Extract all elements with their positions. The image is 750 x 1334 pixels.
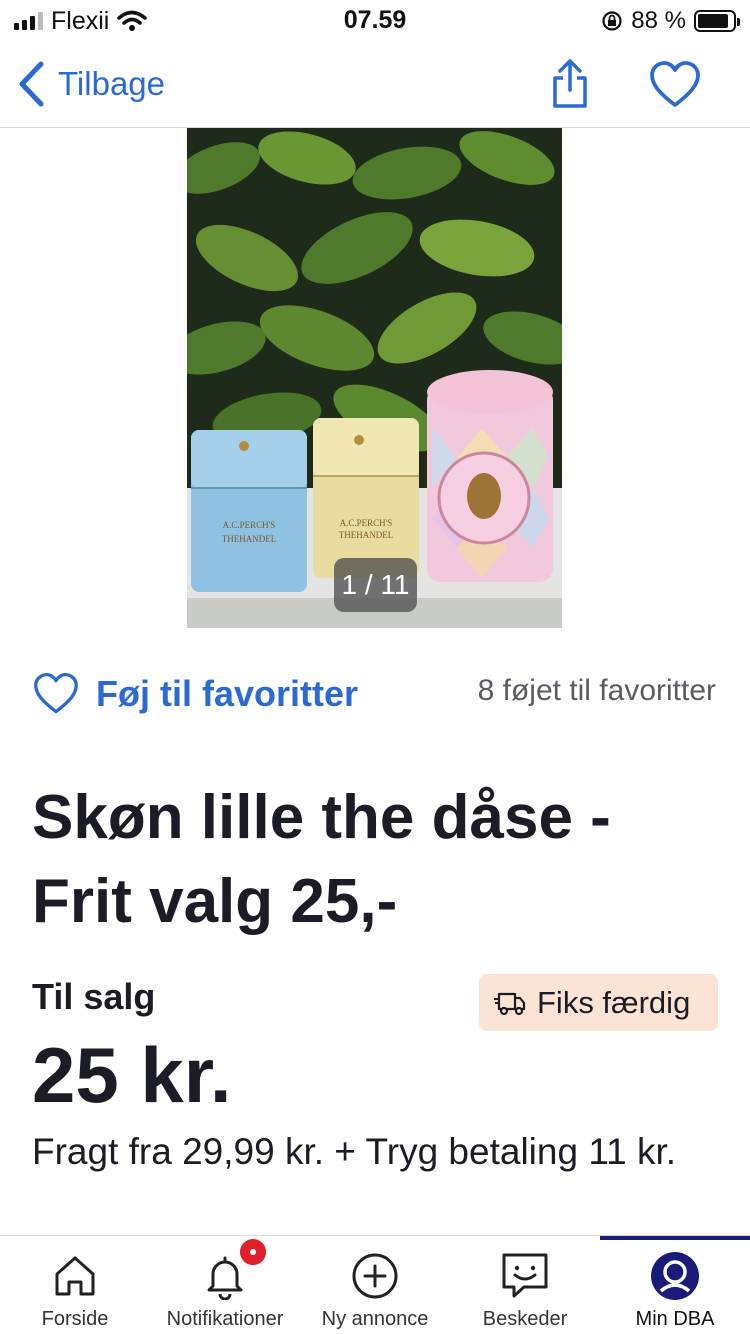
image-gallery[interactable]: A.C.PERCH'S THEHANDEL A.C.PERCH'S THEHAN… — [187, 128, 562, 628]
status-right: 88 % — [601, 6, 740, 36]
svg-text:A.C.PERCH'S: A.C.PERCH'S — [223, 520, 276, 530]
tab-forside[interactable]: Forside — [0, 1236, 150, 1334]
product-photo: A.C.PERCH'S THEHANDEL A.C.PERCH'S THEHAN… — [187, 128, 562, 628]
tab-label-ny-annonce: Ny annonce — [321, 1308, 429, 1330]
tab-label-beskeder: Beskeder — [482, 1308, 568, 1330]
tab-min-dba[interactable]: Min DBA — [600, 1236, 750, 1334]
back-button[interactable]: Tilbage — [16, 54, 165, 114]
favorite-button[interactable] — [648, 60, 702, 110]
tab-bar: Forside Notifikationer Ny annonce Besked… — [0, 1235, 750, 1334]
favorites-count: 8 føjet til favoritter — [477, 674, 716, 707]
rotation-lock-icon — [602, 11, 622, 31]
heart-outline-icon — [34, 672, 78, 714]
shipping-info: Fragt fra 29,99 kr. + Tryg betaling 11 k… — [32, 1131, 677, 1172]
notification-badge — [237, 1236, 269, 1268]
back-label: Tilbage — [58, 65, 166, 102]
home-icon — [55, 1256, 95, 1296]
profile-icon — [651, 1252, 699, 1300]
tab-ny-annonce[interactable]: Ny annonce — [300, 1236, 450, 1334]
chevron-left-icon — [19, 61, 44, 107]
share-button[interactable] — [548, 58, 592, 110]
tab-notifikationer[interactable]: Notifikationer — [150, 1236, 300, 1334]
chat-icon — [502, 1253, 548, 1298]
ad-title: Skøn lille the dåse - Frit valg 25,- — [32, 783, 611, 936]
navigation-bar: Tilbage — [0, 42, 750, 128]
price: 25 kr. — [32, 1031, 232, 1119]
tab-label-forside: Forside — [41, 1308, 109, 1330]
shipping-badge: Fiks færdig — [479, 974, 718, 1031]
sale-type-label: Til salg — [32, 976, 156, 1017]
tab-label-min-dba: Min DBA — [635, 1308, 715, 1330]
battery-percentage: 88 % — [631, 7, 686, 34]
add-to-favorites-button[interactable]: Føj til favoritter — [32, 664, 358, 724]
share-icon — [553, 59, 587, 108]
svg-text:THEHANDEL: THEHANDEL — [222, 534, 277, 544]
plus-circle-icon — [352, 1253, 398, 1299]
heart-icon — [650, 61, 700, 107]
svg-text:A.C.PERCH'S: A.C.PERCH'S — [340, 518, 393, 528]
tab-label-notifikationer: Notifikationer — [166, 1308, 284, 1330]
svg-text:THEHANDEL: THEHANDEL — [339, 530, 394, 540]
add-to-favorites-label: Føj til favoritter — [96, 673, 359, 714]
status-bar: Flexii 07.59 88 % — [0, 0, 750, 42]
delivery-truck-icon — [494, 992, 526, 1015]
shipping-badge-label: Fiks færdig — [537, 984, 691, 1020]
image-counter: 1 / 11 — [334, 558, 417, 612]
battery-icon — [694, 10, 740, 32]
tab-beskeder[interactable]: Beskeder — [450, 1236, 600, 1334]
